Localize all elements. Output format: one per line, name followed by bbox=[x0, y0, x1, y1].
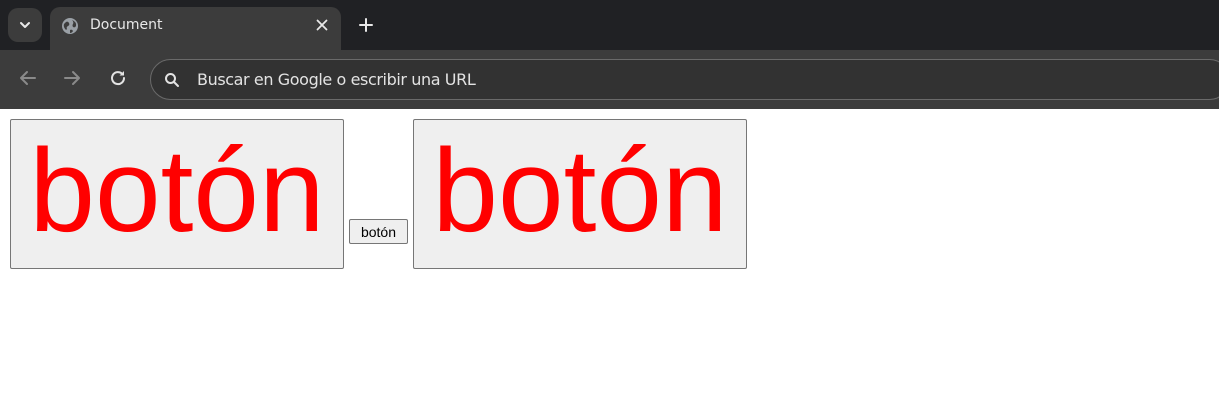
small-button[interactable]: botón bbox=[349, 219, 408, 244]
tab-strip: Document bbox=[0, 0, 1219, 50]
forward-button[interactable] bbox=[60, 66, 84, 90]
browser-toolbar bbox=[0, 50, 1219, 109]
new-tab-button[interactable] bbox=[354, 13, 378, 37]
search-icon bbox=[165, 73, 179, 87]
reload-button[interactable] bbox=[106, 66, 130, 90]
large-red-button-2[interactable]: botón bbox=[413, 119, 747, 269]
chevron-down-icon bbox=[20, 22, 30, 28]
globe-icon bbox=[62, 18, 78, 34]
address-input[interactable] bbox=[197, 60, 1097, 99]
reload-icon bbox=[111, 71, 126, 86]
arrow-left-icon bbox=[20, 71, 36, 85]
page-content: botón botón botón bbox=[0, 109, 1219, 418]
tab-close-button[interactable] bbox=[311, 14, 333, 36]
close-icon bbox=[316, 19, 328, 31]
tab-search-button[interactable] bbox=[8, 8, 42, 42]
plus-icon bbox=[359, 18, 373, 32]
tab-title: Document bbox=[90, 17, 163, 33]
arrow-right-icon bbox=[64, 71, 80, 85]
large-red-button-1[interactable]: botón bbox=[10, 119, 344, 269]
address-bar[interactable] bbox=[150, 59, 1219, 100]
back-button[interactable] bbox=[16, 66, 40, 90]
browser-tab-active[interactable]: Document bbox=[50, 7, 341, 50]
